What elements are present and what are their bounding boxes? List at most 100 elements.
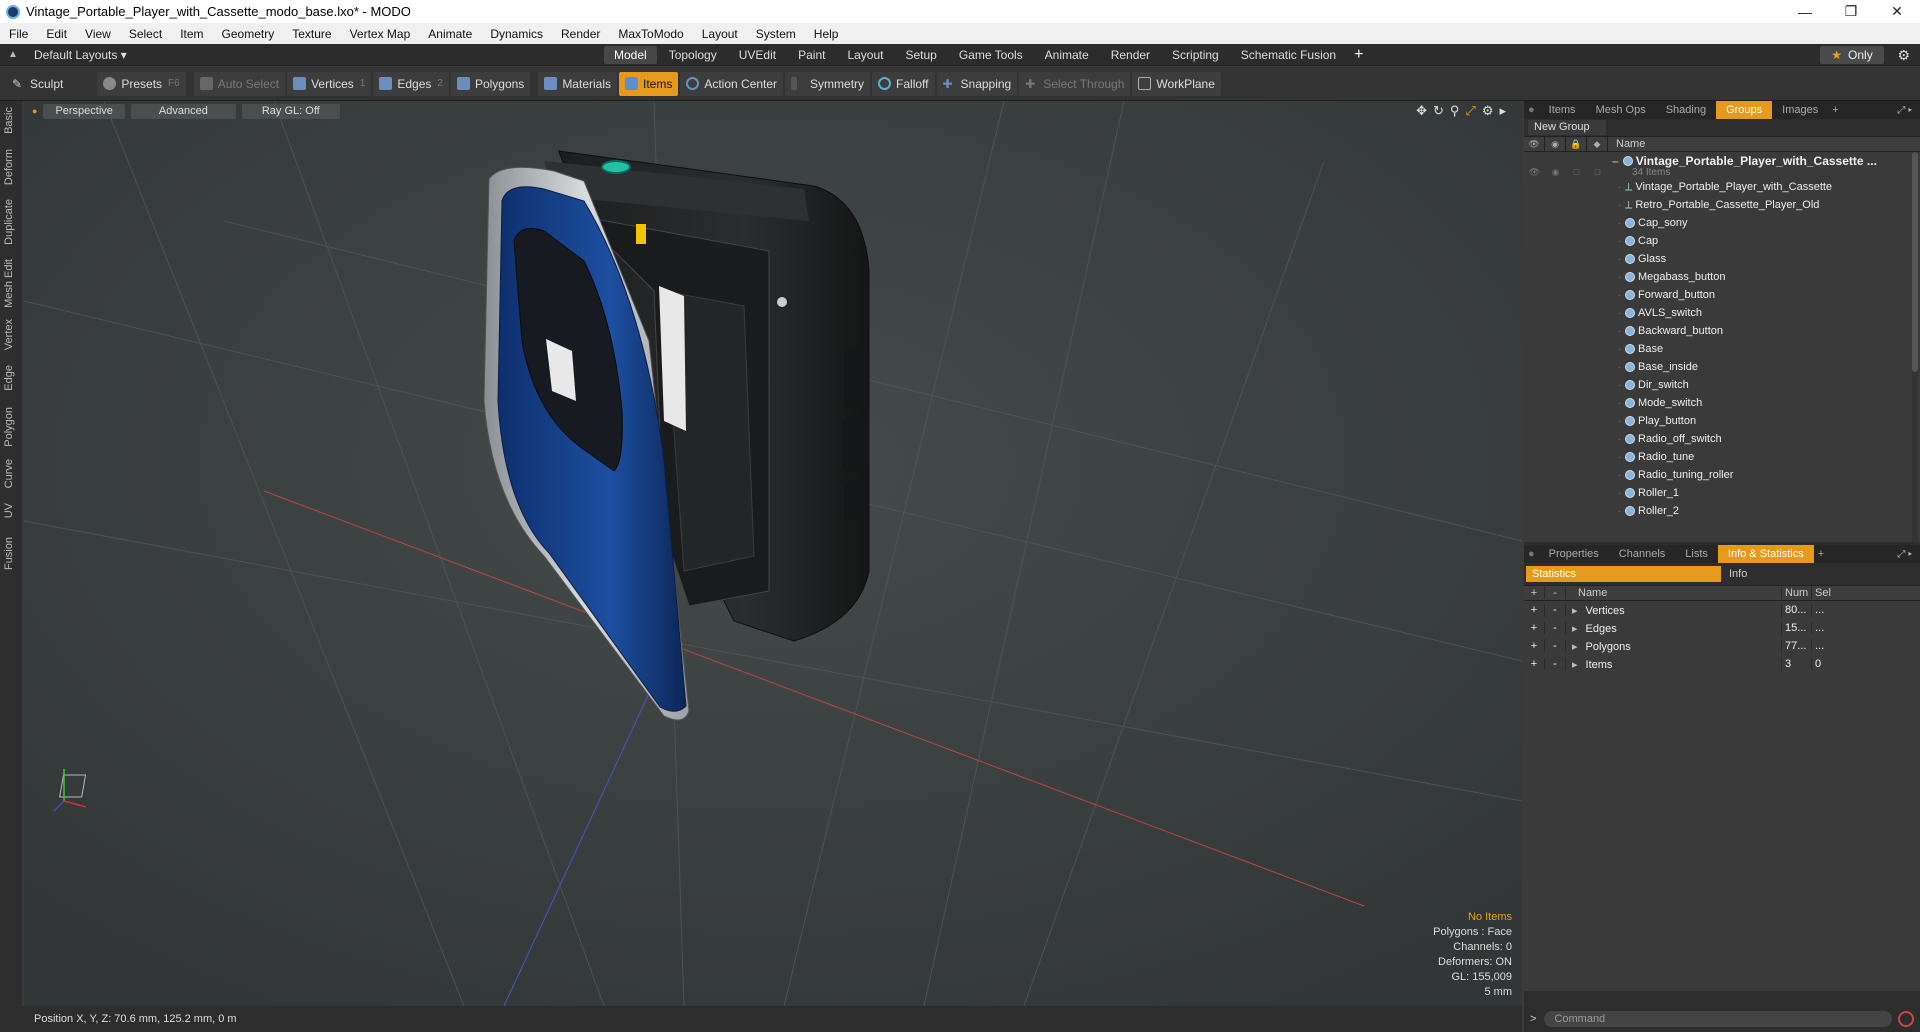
pan-icon[interactable]: ✥ [1416,103,1427,119]
expand-arrow-icon[interactable]: ▸ [1572,659,1578,671]
menu-system[interactable]: System [747,27,805,41]
presets-button[interactable]: Presets F6 [97,71,186,96]
tab-scripting[interactable]: Scripting [1162,46,1229,64]
list-item[interactable]: · Base_inside [1524,358,1920,376]
tab-game-tools[interactable]: Game Tools [949,46,1033,64]
workplane-button[interactable]: WorkPlane [1132,71,1221,96]
list-item[interactable]: · Dir_switch [1524,376,1920,394]
menu-animate[interactable]: Animate [419,27,481,41]
expand-all-icon[interactable]: + [1524,587,1545,599]
panel-menu-dot-icon[interactable]: ● [1524,101,1539,119]
sculpt-button[interactable]: ✎ Sculpt [6,71,70,96]
new-group-button[interactable]: New Group [1528,120,1606,135]
gear-icon[interactable]: ⚙ [1897,47,1910,64]
add-icon[interactable]: + [1524,640,1545,652]
3d-viewport[interactable]: ● Perspective Advanced Ray GL: Off ✥ ↻ ⚲… [24,101,1522,1006]
collapse-all-icon[interactable]: - [1545,587,1566,599]
groups-scrollbar[interactable] [1912,152,1918,542]
list-item[interactable]: · Roller_1 [1524,484,1920,502]
add-icon[interactable]: + [1524,604,1545,616]
list-item[interactable]: · Base [1524,340,1920,358]
maximize-viewport-icon[interactable]: ⤢ [1465,103,1475,119]
only-toggle[interactable]: ★ Only [1820,46,1884,64]
tab-layout[interactable]: Layout [837,46,893,64]
left-tab-uv[interactable]: UV [3,503,15,518]
left-tab-vertex[interactable]: Vertex [3,319,15,350]
list-item[interactable]: · Roller_2 [1524,502,1920,520]
num-column-header[interactable]: Num [1782,587,1812,599]
menu-edit[interactable]: Edit [37,27,76,41]
tab-paint[interactable]: Paint [788,46,835,64]
list-item[interactable]: · Glass [1524,250,1920,268]
remove-icon[interactable]: - [1545,658,1566,670]
expand-arrow-icon[interactable]: ▸ [1572,605,1578,617]
close-button[interactable]: ✕ [1874,0,1920,23]
viewport-settings-icon[interactable]: ⚙ [1482,103,1494,119]
raygl-dropdown[interactable]: Ray GL: Off [241,103,340,119]
tab-items[interactable]: Items [1539,101,1586,119]
list-item[interactable]: · AVLS_switch [1524,304,1920,322]
list-item[interactable]: · Forward_button [1524,286,1920,304]
menu-vertex-map[interactable]: Vertex Map [341,27,420,41]
command-input[interactable]: Command [1544,1011,1892,1027]
menu-geometry[interactable]: Geometry [213,27,284,41]
menu-help[interactable]: Help [805,27,848,41]
list-item[interactable]: · Radio_tune [1524,448,1920,466]
menu-render[interactable]: Render [552,27,609,41]
table-row[interactable]: + - ▸ Edges 15... ... [1524,619,1920,637]
menu-maxtomodo[interactable]: MaxToModo [609,27,692,41]
name-column-header[interactable]: Name [1566,587,1782,599]
list-item[interactable]: · Cap [1524,232,1920,250]
edges-button[interactable]: Edges 2 [373,71,449,96]
snapping-button[interactable]: ✚ Snapping [936,71,1018,96]
lock-column-icon[interactable]: 🔒 [1566,136,1587,152]
viewport-menu-dot-icon[interactable]: ● [32,106,37,116]
add-tab-icon[interactable]: + [1832,104,1838,116]
tab-shading[interactable]: Shading [1656,101,1716,119]
table-row[interactable]: + - ▸ Items 3 0 [1524,655,1920,673]
tab-groups[interactable]: Groups [1716,101,1773,119]
tab-properties[interactable]: Properties [1539,545,1609,563]
expand-panel-icon[interactable]: ⤢ ▸ [1897,549,1912,560]
list-item[interactable]: · Cap_sony [1524,214,1920,232]
remove-icon[interactable]: - [1545,640,1566,652]
left-tab-curve[interactable]: Curve [3,459,15,488]
render-column-icon[interactable]: ◉ [1545,136,1566,152]
table-row[interactable]: + - ▸ Polygons 77... ... [1524,637,1920,655]
list-item[interactable]: · Play_button [1524,412,1920,430]
add-tab-icon[interactable]: + [1354,46,1363,64]
add-icon[interactable]: + [1524,658,1545,670]
action-center-button[interactable]: Action Center [680,71,784,96]
name-column-header[interactable]: Name [1608,138,1645,150]
menu-dynamics[interactable]: Dynamics [481,27,552,41]
groups-scrollbar-thumb[interactable] [1912,152,1918,372]
expand-arrow-icon[interactable]: ▸ [1572,623,1578,635]
left-tab-basic[interactable]: Basic [3,107,15,134]
remove-icon[interactable]: - [1545,604,1566,616]
list-item[interactable]: · Backward_button [1524,322,1920,340]
rotate-icon[interactable]: ↻ [1433,103,1444,119]
menu-file[interactable]: File [0,27,37,41]
add-tab-icon[interactable]: + [1818,548,1824,560]
select-column-icon[interactable]: ◆ [1587,136,1608,152]
tab-images[interactable]: Images [1772,101,1828,119]
visibility-column-icon[interactable]: 👁 [1524,136,1545,152]
tab-schematic-fusion[interactable]: Schematic Fusion [1231,46,1346,64]
tab-channels[interactable]: Channels [1609,545,1675,563]
expand-arrow-icon[interactable]: ▸ [1499,103,1506,119]
left-tab-deform[interactable]: Deform [3,149,15,185]
expand-panel-icon[interactable]: ⤢ ▸ [1897,105,1912,116]
info-tab[interactable]: Info [1721,568,1747,580]
advanced-dropdown[interactable]: Advanced [130,103,236,119]
tab-mesh-ops[interactable]: Mesh Ops [1586,101,1656,119]
add-icon[interactable]: + [1524,622,1545,634]
left-tab-fusion[interactable]: Fusion [3,537,15,570]
perspective-dropdown[interactable]: Perspective [43,103,125,119]
left-tab-mesh-edit[interactable]: Mesh Edit [3,259,15,308]
list-item[interactable]: · Radio_tuning_roller [1524,466,1920,484]
tab-animate[interactable]: Animate [1035,46,1099,64]
tab-render[interactable]: Render [1101,46,1160,64]
left-tab-edge[interactable]: Edge [3,365,15,391]
tab-setup[interactable]: Setup [895,46,946,64]
sel-column-header[interactable]: Sel [1812,587,1842,599]
